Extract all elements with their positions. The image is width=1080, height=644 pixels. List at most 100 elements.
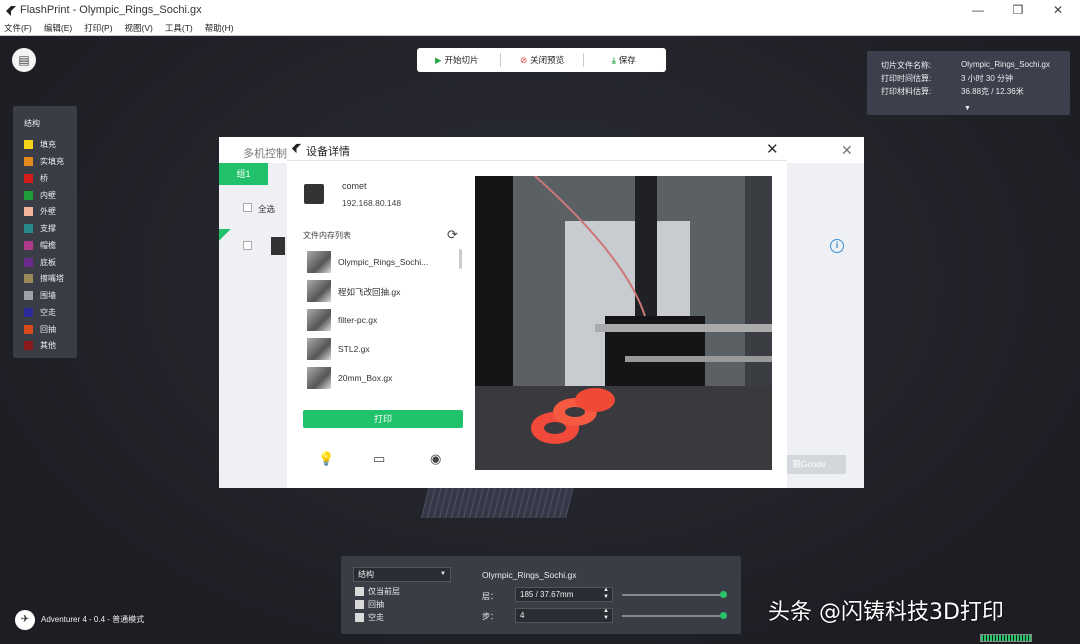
stepper-arrows-icon: ▲ ▼ (603, 587, 609, 600)
preview-toolbar: ▶ 开始切片 ⊘ 关闭预览 ⤓ 保存 (417, 48, 666, 72)
layer-label: 层： (482, 592, 498, 601)
slider-handle[interactable] (720, 612, 727, 619)
travel-checkbox[interactable]: 空走 (355, 613, 384, 624)
list-item[interactable]: filter-pc.gx (307, 309, 457, 333)
file-thumbnail (307, 367, 331, 389)
title-bar: FlashPrint - Olympic_Rings_Sochi.gx — ❐ … (0, 0, 1080, 22)
list-item[interactable]: STL2.gx (307, 338, 457, 362)
menu-print[interactable]: 打印(P) (84, 22, 112, 34)
device-checkbox[interactable] (243, 241, 252, 250)
list-item[interactable]: 程如飞改回抽.gx (307, 280, 457, 304)
print-button[interactable]: 打印 (303, 410, 463, 428)
document-icon[interactable]: ▤ (12, 48, 36, 72)
legend-item: 桥 (24, 174, 48, 186)
slider-handle[interactable] (720, 591, 727, 598)
restore-button[interactable]: ❐ (1008, 3, 1028, 19)
info-key: 切片文件名称: (881, 61, 932, 70)
legend-swatch (24, 274, 33, 284)
legend-swatch (24, 140, 33, 150)
legend-swatch (24, 157, 33, 167)
structure-legend: 结构 填充 实填充 桥 内壁 外壁 支撑 帽檐 底板 擦嘴塔 围墙 空走 回抽 … (13, 106, 77, 358)
minimize-button[interactable]: — (968, 3, 988, 19)
legend-swatch (24, 241, 33, 251)
structure-select[interactable]: 结构 ▼ (353, 567, 451, 582)
menu-view[interactable]: 视图(V) (125, 22, 153, 34)
info-value: Olympic_Rings_Sochi.gx (961, 60, 1050, 69)
legend-swatch (24, 174, 33, 184)
dialog-title: 设备详情 (306, 146, 350, 158)
stepper-arrows-icon: ▲ ▼ (603, 608, 609, 621)
checkbox-box (355, 613, 364, 623)
legend-header: 结构 (24, 119, 40, 128)
no-entry-icon: ⊘ (520, 55, 528, 65)
menu-help[interactable]: 帮助(H) (205, 22, 234, 34)
flashprint-logo (290, 142, 303, 157)
start-slice-button[interactable]: ▶ 开始切片 (435, 48, 479, 72)
dialog-header (287, 137, 787, 161)
legend-item: 底板 (24, 258, 56, 270)
legend-item: 围墙 (24, 291, 56, 303)
menu-tools[interactable]: 工具(T) (165, 22, 193, 34)
layer-slider[interactable] (622, 594, 726, 596)
menu-edit[interactable]: 编辑(E) (44, 22, 72, 34)
checkbox-box (355, 600, 364, 610)
list-item[interactable]: Olympic_Rings_Sochi... (307, 251, 457, 275)
scrollbar[interactable] (459, 249, 462, 269)
info-icon[interactable]: i (830, 239, 844, 253)
file-thumbnail (307, 280, 331, 302)
light-bulb-icon[interactable]: 💡 (318, 451, 334, 467)
close-preview-button[interactable]: ⊘ 关闭预览 (520, 48, 564, 72)
legend-item: 实填充 (24, 157, 64, 169)
divider (500, 53, 501, 67)
slice-info-panel: 切片文件名称: Olympic_Rings_Sochi.gx 打印时间估算: 3… (867, 51, 1070, 115)
menu-bar: 文件(F) 编辑(E) 打印(P) 视图(V) 工具(T) 帮助(H) (0, 22, 1080, 36)
file-thumbnail (307, 309, 331, 331)
list-item[interactable]: 20mm_Box.gx (307, 367, 457, 391)
file-thumbnail (307, 251, 331, 273)
legend-item: 外壁 (24, 207, 56, 219)
collapse-arrow-icon[interactable]: ▼ (964, 105, 971, 112)
step-spinbox[interactable]: 4 ▲ ▼ (515, 608, 613, 623)
machine-status[interactable]: ✈ Adventurer 4 - 0.4 - 普通模式 (15, 610, 144, 630)
legend-item: 回抽 (24, 325, 56, 337)
file-list[interactable]: Olympic_Rings_Sochi... 程如飞改回抽.gx filter-… (303, 247, 463, 395)
play-icon: ▶ (435, 55, 442, 65)
legend-item: 其他 (24, 341, 56, 353)
download-icon: ⤓ (612, 55, 616, 65)
select-all-checkbox[interactable] (243, 203, 252, 212)
legend-swatch (24, 291, 33, 301)
step-label: 步： (482, 612, 498, 621)
progress-indicator (980, 634, 1032, 642)
legend-item: 帽檐 (24, 241, 56, 253)
menu-file[interactable]: 文件(F) (4, 22, 32, 34)
info-key: 打印材料估算: (881, 87, 932, 96)
close-icon[interactable]: ✕ (841, 142, 853, 159)
refresh-icon[interactable]: ⟳ (447, 227, 458, 243)
build-plate (421, 486, 574, 518)
current-layer-checkbox[interactable]: 仅当前层 (355, 587, 400, 598)
legend-swatch (24, 308, 33, 318)
step-slider[interactable] (622, 615, 726, 617)
legend-swatch (24, 258, 33, 268)
save-button[interactable]: ⤓ 保存 (612, 48, 636, 72)
file-name: Olympic_Rings_Sochi.gx (482, 570, 577, 580)
layer-spinbox[interactable]: 185 / 37.67mm ▲ ▼ (515, 587, 613, 602)
info-value: 3 小时 30 分钟 (961, 74, 1014, 83)
tab-group-1[interactable]: 组1 (219, 163, 268, 185)
close-icon[interactable]: ✕ (766, 140, 779, 158)
video-camera-icon[interactable]: ▭ (373, 451, 385, 467)
flashprint-logo (4, 4, 18, 18)
legend-item: 内壁 (24, 191, 56, 203)
legend-item: 空走 (24, 308, 56, 320)
checkbox-box (355, 587, 364, 597)
divider (583, 53, 584, 67)
legend-swatch (24, 325, 33, 335)
info-value: 36.88克 / 12.36米 (961, 87, 1024, 96)
printer-icon (271, 237, 285, 255)
watermark: 头条 @闪铸科技3D打印 (768, 600, 1004, 625)
file-list-header: 文件内存列表 (303, 231, 351, 240)
close-window-button[interactable]: ✕ (1048, 3, 1068, 19)
info-key: 打印时间估算: (881, 74, 932, 83)
retract-checkbox[interactable]: 回抽 (355, 600, 384, 611)
camera-icon[interactable]: ◉ (430, 451, 441, 467)
